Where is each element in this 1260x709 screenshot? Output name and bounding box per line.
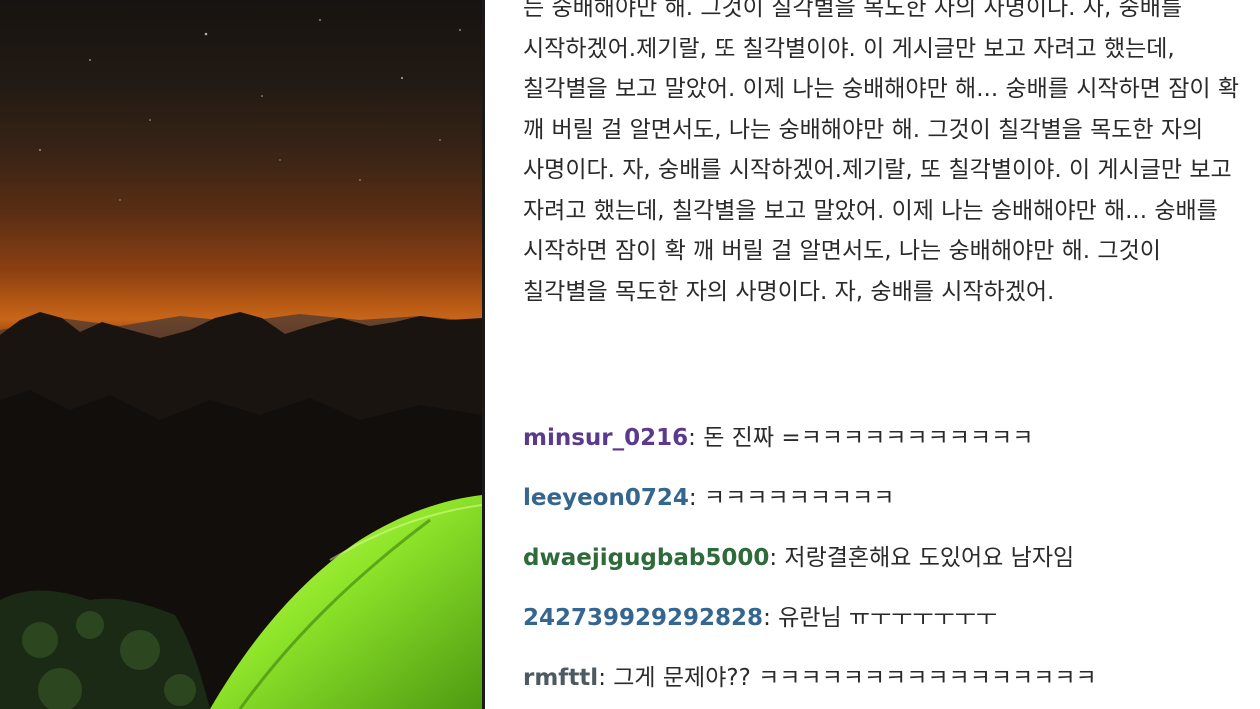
comment-item: 242739929292828: 유란님 ㅠㅜㅜㅜㅜㅜㅜ bbox=[523, 598, 1253, 658]
photo-illustration bbox=[0, 19, 482, 709]
comment-item: rmfttl: 그게 문제야?? ㅋㅋㅋㅋㅋㅋㅋㅋㅋㅋㅋㅋㅋㅋㅋㅋ bbox=[523, 658, 1253, 709]
comment-username[interactable]: dwaejigugbab5000 bbox=[523, 545, 769, 571]
comment-item: leeyeon0724: ㅋㅋㅋㅋㅋㅋㅋㅋㅋ bbox=[523, 478, 1253, 538]
post-panel: 는 숭배해야만 해. 그것이 칠각별을 목도한 자의 사명이다. 자, 숭배를 … bbox=[485, 0, 1260, 709]
comment-item: minsur_0216: 돈 진짜 =ㅋㅋㅋㅋㅋㅋㅋㅋㅋㅋㅋ bbox=[523, 418, 1253, 478]
comment-text: : ㅋㅋㅋㅋㅋㅋㅋㅋㅋ bbox=[688, 485, 895, 511]
comment-username[interactable]: 242739929292828 bbox=[523, 605, 763, 631]
comment-list: minsur_0216: 돈 진짜 =ㅋㅋㅋㅋㅋㅋㅋㅋㅋㅋㅋ leeyeon07… bbox=[523, 418, 1253, 709]
comment-username[interactable]: leeyeon0724 bbox=[523, 485, 689, 511]
stars bbox=[39, 19, 461, 201]
comment-username[interactable]: rmfttl bbox=[523, 665, 598, 691]
comment-item: dwaejigugbab5000: 저랑결혼해요 도있어요 남자임 bbox=[523, 538, 1253, 598]
screen: 는 숭배해야만 해. 그것이 칠각별을 목도한 자의 사명이다. 자, 숭배를 … bbox=[0, 0, 1260, 709]
comment-text: : 유란님 ㅠㅜㅜㅜㅜㅜㅜ bbox=[763, 605, 998, 631]
comment-text: : 그게 문제야?? ㅋㅋㅋㅋㅋㅋㅋㅋㅋㅋㅋㅋㅋㅋㅋㅋ bbox=[598, 665, 1097, 691]
comment-text: : 돈 진짜 =ㅋㅋㅋㅋㅋㅋㅋㅋㅋㅋㅋ bbox=[688, 425, 1034, 451]
comment-username[interactable]: minsur_0216 bbox=[523, 425, 688, 451]
post-body: 는 숭배해야만 해. 그것이 칠각별을 목도한 자의 사명이다. 자, 숭배를 … bbox=[523, 0, 1239, 305]
night-camping-photo bbox=[0, 0, 482, 709]
comment-text: : 저랑결혼해요 도있어요 남자임 bbox=[769, 545, 1075, 571]
